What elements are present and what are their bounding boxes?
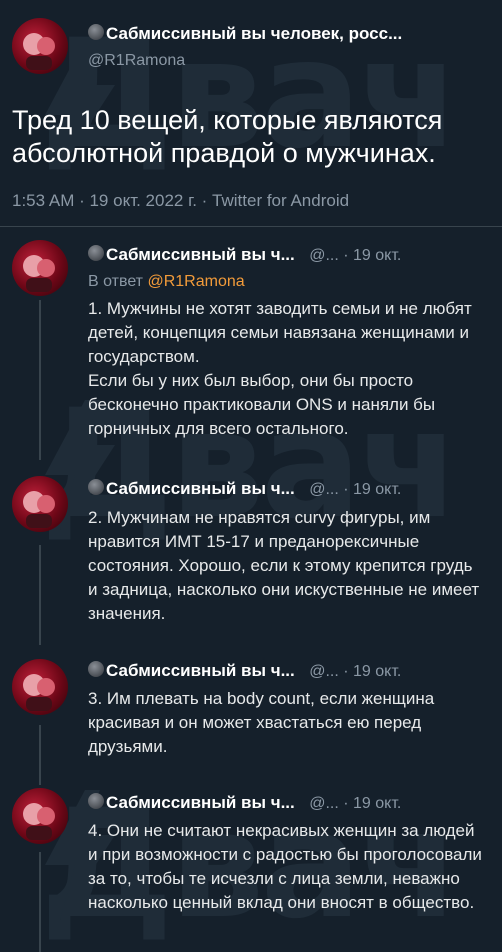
- author-name-row[interactable]: Сабмиссивный вы человек, росс...: [88, 23, 402, 44]
- reply-avatar[interactable]: [12, 788, 68, 844]
- reply-avatar[interactable]: [12, 240, 68, 296]
- reply-text: 3. Им плевать на body count, если женщин…: [88, 689, 435, 756]
- author-avatar[interactable]: [12, 18, 68, 74]
- reply-avatar[interactable]: [12, 476, 68, 532]
- emoji-icon: [88, 660, 104, 677]
- reply-header[interactable]: Сабмиссивный вы ч... @... · 19 окт.: [88, 792, 401, 813]
- thread-line: [39, 300, 41, 460]
- reply-text: 4. Они не считают некрасивых женщин за л…: [88, 821, 482, 912]
- emoji-icon: [88, 244, 104, 261]
- emoji-icon: [88, 792, 104, 809]
- reply-to-line: В ответ @R1Ramona: [88, 273, 245, 291]
- thread-line: [39, 545, 41, 645]
- reply-meta[interactable]: @... · 19 окт.: [309, 481, 401, 498]
- thread-line: [39, 725, 41, 785]
- reply-author-name[interactable]: Сабмиссивный вы ч...: [106, 793, 295, 812]
- thread-line: [39, 852, 41, 952]
- reply-to-handle[interactable]: @R1Ramona: [147, 273, 244, 290]
- reply-author-name[interactable]: Сабмиссивный вы ч...: [106, 661, 295, 680]
- reply-author-name[interactable]: Сабмиссивный вы ч...: [106, 479, 295, 498]
- reply-text: 2. Мужчинам не нравятся curvy фигуры, им…: [88, 508, 480, 623]
- reply-text: 1. Мужчины не хотят заводить семьи и не …: [88, 299, 472, 438]
- reply-author-name[interactable]: Сабмиссивный вы ч...: [106, 245, 295, 264]
- reply-avatar[interactable]: [12, 659, 68, 715]
- emoji-icon: [88, 478, 104, 495]
- reply-meta[interactable]: @... · 19 окт.: [309, 795, 401, 812]
- tweet-timestamp[interactable]: 1:53 AM · 19 окт. 2022 г. · Twitter for …: [12, 191, 349, 211]
- author-handle[interactable]: @R1Ramona: [88, 52, 185, 70]
- emoji-icon: [88, 23, 104, 40]
- reply-header[interactable]: Сабмиссивный вы ч... @... · 19 окт.: [88, 478, 401, 499]
- reply-meta[interactable]: @... · 19 окт.: [309, 663, 401, 680]
- reply-to-label: В ответ: [88, 273, 144, 290]
- reply-header[interactable]: Сабмиссивный вы ч... @... · 19 окт.: [88, 244, 401, 265]
- author-name[interactable]: Сабмиссивный вы человек, росс...: [106, 24, 402, 43]
- tweet-text: Тред 10 вещей, которые являются абсолютн…: [12, 105, 443, 168]
- divider: [0, 226, 502, 227]
- reply-header[interactable]: Сабмиссивный вы ч... @... · 19 окт.: [88, 660, 401, 681]
- reply-meta[interactable]: @... · 19 окт.: [309, 247, 401, 264]
